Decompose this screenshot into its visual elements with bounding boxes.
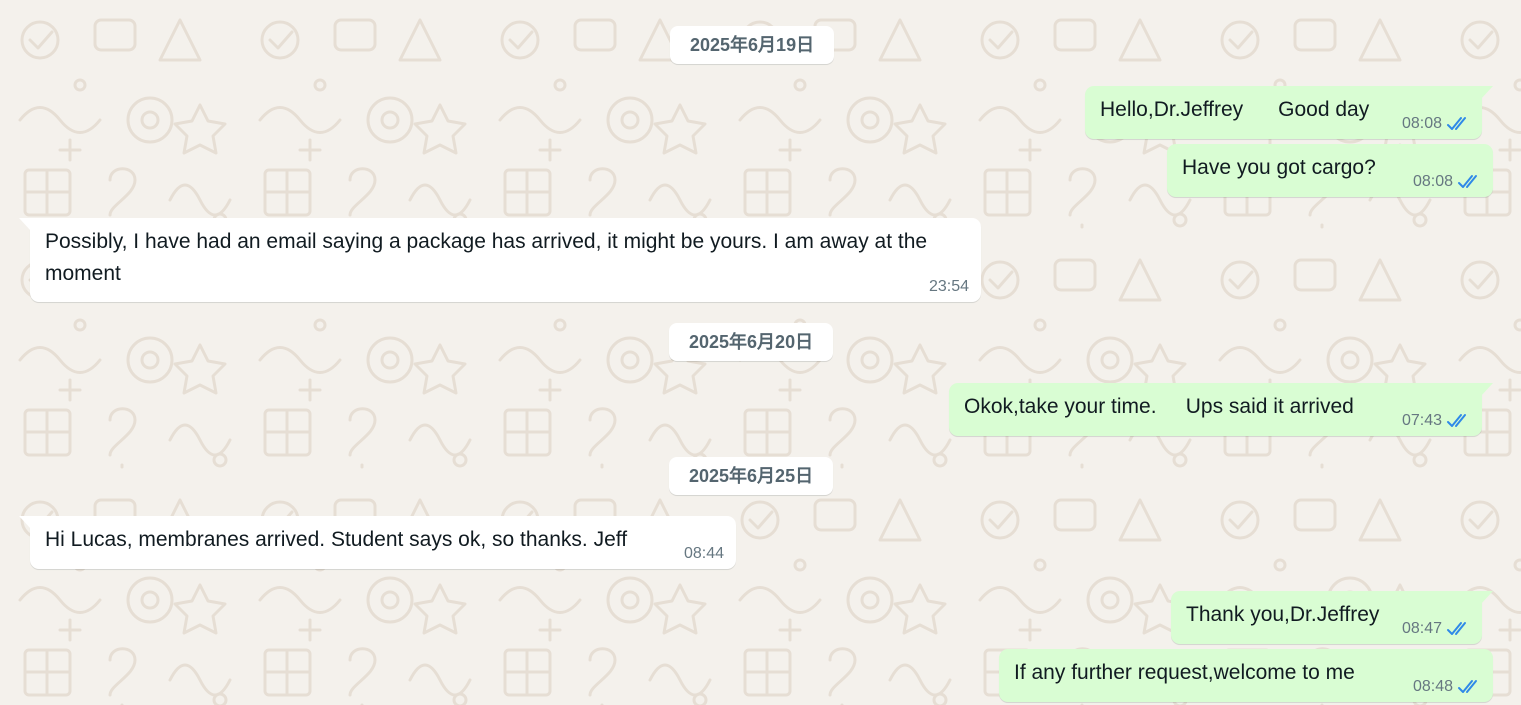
date-separator-label: 2025年6月25日 (689, 466, 814, 486)
outgoing-message[interactable]: Hello,Dr.Jeffrey Good day 08:08 (1085, 86, 1493, 139)
message-time: 08:47 (1401, 620, 1442, 637)
message-meta: 08:47 (1402, 620, 1472, 638)
double-check-icon (1458, 175, 1477, 188)
incoming-message[interactable]: Hi Lucas, membranes arrived. Student say… (19, 516, 736, 569)
message-meta: 08:08 (1402, 115, 1472, 133)
outgoing-message[interactable]: Have you got cargo? 08:08 (1167, 144, 1493, 197)
outgoing-message[interactable]: Okok,take your time. Ups said it arrived… (949, 383, 1493, 436)
double-check-icon (1458, 680, 1477, 693)
message-meta: 08:48 (1413, 678, 1483, 696)
message-text: If any further request,welcome to me (1014, 661, 1355, 684)
double-check-icon (1447, 117, 1466, 130)
date-separator: 2025年6月25日 (669, 457, 834, 495)
message-text: Possibly, I have had an email saying a p… (45, 230, 933, 285)
incoming-message[interactable]: Possibly, I have had an email saying a p… (19, 218, 981, 302)
message-meta: 07:43 (1402, 412, 1472, 430)
outgoing-message[interactable]: If any further request,welcome to me 08:… (999, 649, 1493, 702)
message-time: 08:08 (1401, 115, 1442, 132)
message-time: 08:48 (1412, 678, 1453, 695)
message-text: Have you got cargo? (1182, 156, 1376, 179)
message-meta: 23:54 (929, 278, 969, 296)
outgoing-message[interactable]: Thank you,Dr.Jeffrey 08:47 (1171, 591, 1493, 644)
message-meta: 08:08 (1413, 173, 1483, 191)
message-text: Okok,take your time. Ups said it arrived (964, 395, 1354, 418)
double-check-icon (1447, 622, 1466, 635)
message-time: 07:43 (1401, 412, 1442, 429)
message-text: Thank you,Dr.Jeffrey (1186, 603, 1380, 626)
message-time: 08:08 (1412, 173, 1453, 190)
date-separator-label: 2025年6月19日 (690, 35, 815, 55)
message-time: 23:54 (928, 278, 969, 295)
double-check-icon (1447, 414, 1466, 427)
chat-message-list[interactable]: 2025年6月19日 Hello,Dr.Jeffrey Good day 08:… (0, 0, 1521, 705)
message-text: Hi Lucas, membranes arrived. Student say… (45, 528, 628, 551)
bubble-tail-icon (19, 218, 31, 231)
bubble-tail-icon (1481, 86, 1493, 99)
date-separator-label: 2025年6月20日 (689, 332, 814, 352)
bubble-tail-icon (1481, 591, 1493, 604)
bubble-tail-icon (1481, 383, 1493, 396)
message-time: 08:44 (683, 545, 724, 562)
message-text: Hello,Dr.Jeffrey Good day (1100, 98, 1370, 121)
bubble-tail-icon (19, 516, 31, 529)
message-meta: 08:44 (684, 545, 724, 563)
date-separator: 2025年6月20日 (669, 323, 834, 361)
date-separator: 2025年6月19日 (670, 26, 835, 64)
